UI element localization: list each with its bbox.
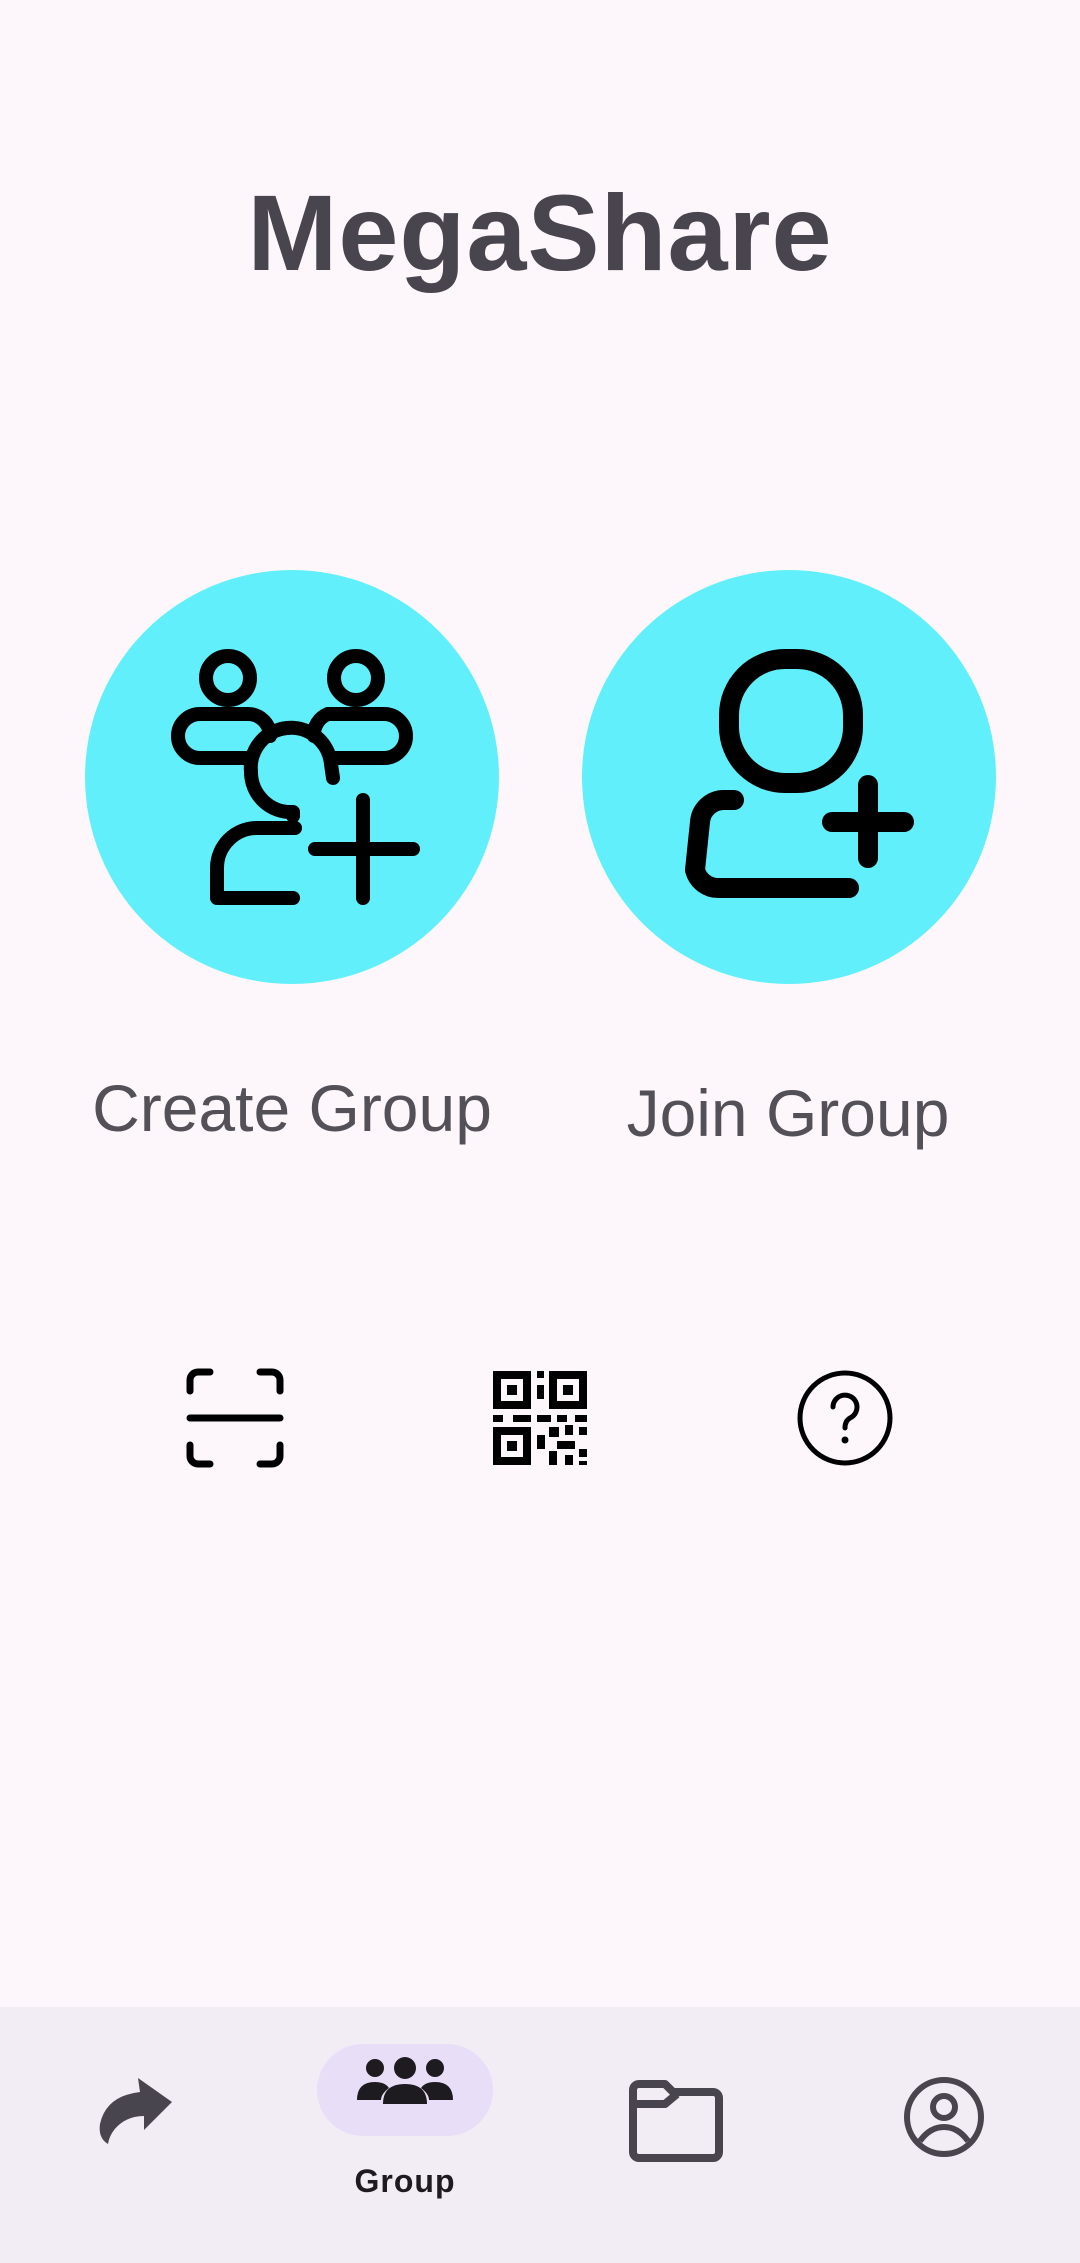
- nav-item-share[interactable]: [0, 2007, 270, 2263]
- group-icon: [357, 2057, 453, 2104]
- scan-button[interactable]: [180, 1363, 290, 1473]
- nav-item-files[interactable]: [540, 2007, 810, 2263]
- nav-item-account[interactable]: [810, 2007, 1080, 2263]
- bottom-navigation: Group: [0, 2007, 1080, 2263]
- app-title: MegaShare: [247, 172, 833, 293]
- folder-icon: [629, 2080, 723, 2162]
- nav-label-group: Group: [354, 2163, 456, 2199]
- help-icon: [797, 1370, 893, 1466]
- person-add-icon: [685, 649, 914, 898]
- join-group-label: Join Group: [626, 1076, 950, 1150]
- group-add-icon: [171, 649, 420, 905]
- help-button[interactable]: [790, 1363, 900, 1473]
- nav-item-group[interactable]: Group: [270, 2007, 540, 2263]
- share-icon: [99, 2078, 172, 2144]
- qr-code-button[interactable]: [485, 1363, 595, 1473]
- join-group-button[interactable]: [582, 570, 996, 984]
- create-group-button[interactable]: [85, 570, 499, 984]
- scan-icon: [186, 1368, 284, 1468]
- qr-code-icon: [493, 1371, 587, 1465]
- account-icon: [904, 2077, 984, 2157]
- create-group-label: Create Group: [92, 1071, 492, 1145]
